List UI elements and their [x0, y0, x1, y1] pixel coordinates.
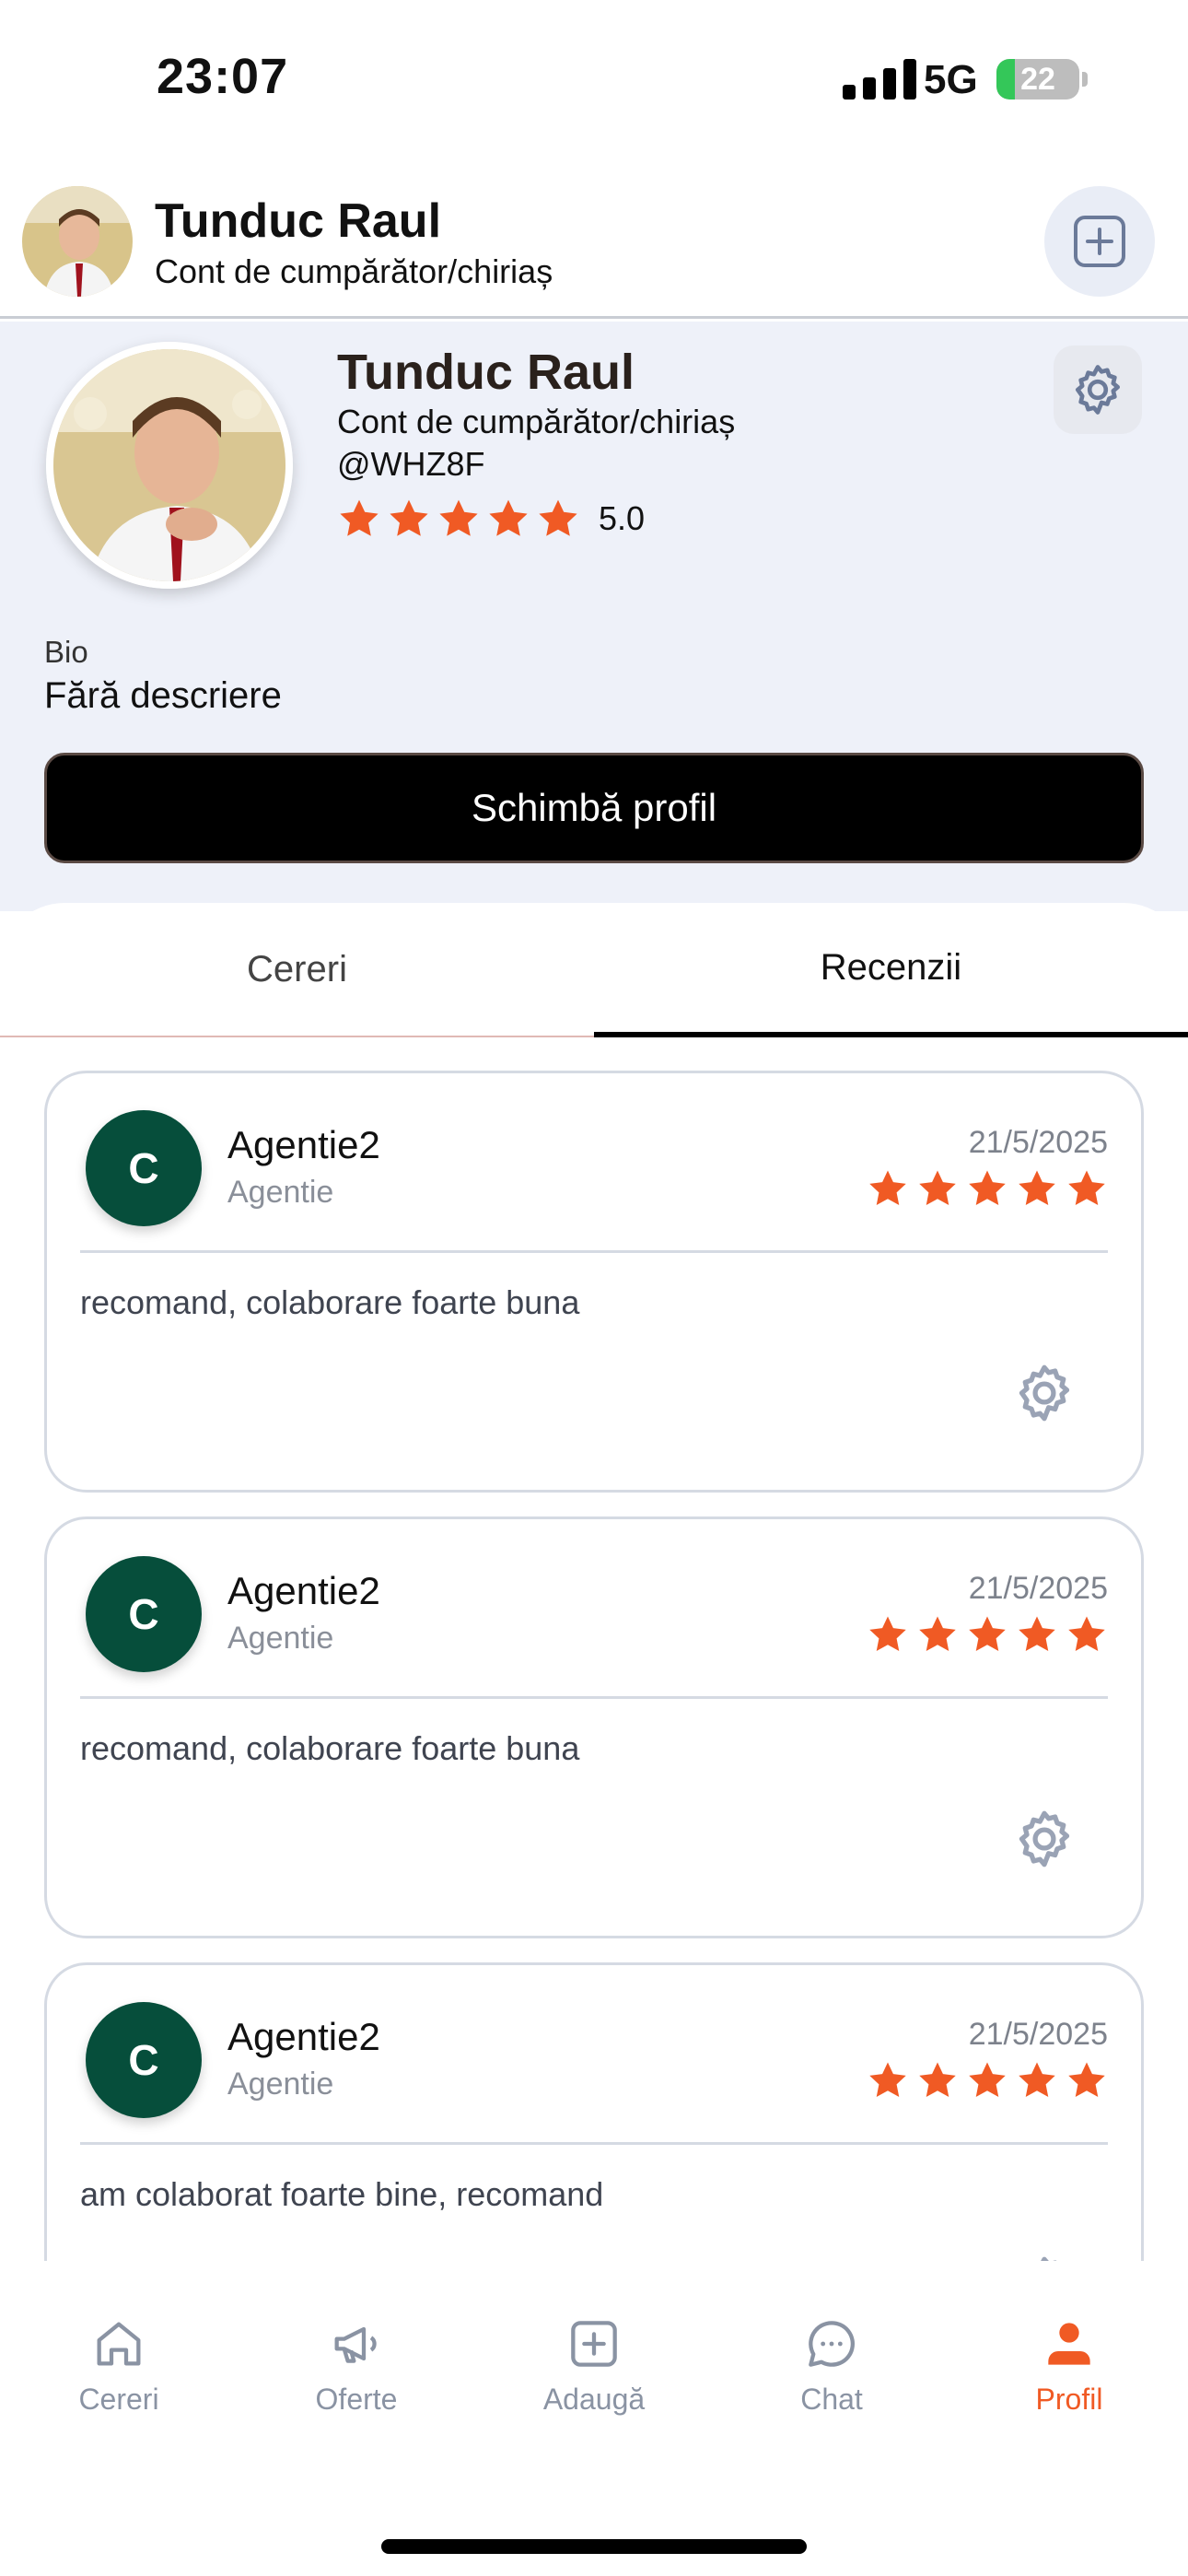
review-card: C Agentie2 Agentie 21/5/2025 am colabora… — [44, 1962, 1144, 2261]
reviewer-name: Agentie2 — [227, 1123, 380, 1166]
profile-rating: 5.0 — [337, 497, 645, 541]
gear-icon[interactable] — [1012, 1361, 1077, 1425]
star-icon — [869, 1616, 906, 1652]
home-indicator[interactable] — [381, 2539, 807, 2554]
bio-text: Fără descriere — [44, 675, 282, 716]
battery-icon: 22 — [996, 59, 1079, 100]
megaphone-icon — [334, 2326, 377, 2363]
star-icon — [439, 499, 478, 536]
bio-label: Bio — [44, 635, 88, 669]
avatar[interactable] — [22, 186, 133, 297]
reviewer-role: Agentie — [227, 2067, 334, 2102]
review-card: C Agentie2 Agentie 21/5/2025 recomand, c… — [44, 1071, 1144, 1493]
review-stars — [867, 2059, 1108, 2102]
star-icon — [489, 499, 528, 536]
review-text: recomand, colaborare foarte buna — [80, 1283, 580, 1321]
star-icon — [340, 499, 379, 536]
gear-icon[interactable] — [1012, 2253, 1077, 2261]
review-card: C Agentie2 Agentie 21/5/2025 recomand, c… — [44, 1516, 1144, 1938]
review-text: am colaborat foarte bine, recomand — [80, 2175, 604, 2213]
nav-profil[interactable]: Profil — [977, 2314, 1161, 2417]
header-account-type: Cont de cumpărător/chiriaș — [155, 252, 553, 290]
battery-nub — [1082, 72, 1088, 87]
star-icon — [969, 1170, 1006, 1206]
nav-oferte[interactable]: Oferte — [264, 2314, 448, 2417]
plus-square-icon — [571, 2321, 617, 2367]
header-user-name: Tunduc Raul — [155, 194, 442, 248]
nav-cereri[interactable]: Cereri — [27, 2314, 211, 2417]
chat-bubble-icon — [809, 2321, 856, 2367]
profile-account-type: Cont de cumpărător/chiriaș — [337, 403, 736, 440]
plus-square-icon — [1074, 216, 1125, 267]
review-stars — [867, 1613, 1108, 1656]
add-button[interactable] — [1044, 186, 1155, 297]
star-icon — [869, 1170, 906, 1206]
star-icon — [919, 2062, 956, 2098]
gear-icon — [1075, 365, 1121, 415]
tab-bar: Cereri Recenzii — [0, 903, 1188, 1037]
review-stars — [867, 1167, 1108, 1210]
profile-handle: @WHZ8F — [337, 445, 485, 483]
change-profile-button[interactable]: Schimbă profil — [44, 753, 1144, 863]
profile-photo-large — [53, 349, 285, 581]
reviewer-name: Agentie2 — [227, 1569, 380, 1612]
profile-name: Tunduc Raul — [337, 345, 635, 400]
gear-icon[interactable] — [1012, 1807, 1077, 1871]
nav-label: Chat — [800, 2383, 863, 2416]
reviewer-name: Agentie2 — [227, 2015, 380, 2058]
nav-label: Oferte — [315, 2383, 398, 2416]
star-icon — [1019, 1170, 1055, 1206]
star-icon — [1068, 1616, 1105, 1652]
divider — [80, 1696, 1108, 1699]
reviewer-avatar: C — [86, 2002, 202, 2118]
star-icon — [969, 1616, 1006, 1652]
bottom-navigation: Cereri Oferte Adaugă Chat Profil — [0, 2261, 1188, 2576]
cellular-signal-icon — [843, 59, 916, 100]
nav-chat[interactable]: Chat — [740, 2314, 924, 2417]
profile-photo — [22, 186, 133, 297]
star-icon — [1068, 2062, 1105, 2098]
person-icon — [1048, 2323, 1090, 2365]
nav-label: Adaugă — [542, 2383, 646, 2416]
review-date: 21/5/2025 — [968, 2017, 1108, 2052]
star-icon — [969, 2062, 1006, 2098]
nav-label: Cereri — [78, 2383, 159, 2416]
star-icon — [919, 1616, 956, 1652]
nav-label: Profil — [1035, 2383, 1103, 2416]
rating-stars — [337, 497, 580, 541]
settings-button[interactable] — [1054, 345, 1142, 434]
review-date: 21/5/2025 — [968, 1125, 1108, 1160]
star-icon — [1068, 1170, 1105, 1206]
review-text: recomand, colaborare foarte buna — [80, 1729, 580, 1767]
tab-cereri[interactable]: Cereri — [0, 903, 594, 1037]
profile-avatar[interactable] — [46, 342, 293, 589]
star-icon — [539, 499, 577, 536]
reviewer-avatar: C — [86, 1556, 202, 1672]
top-header: Tunduc Raul Cont de cumpărător/chiriaș — [0, 166, 1188, 319]
reviews-list[interactable]: C Agentie2 Agentie 21/5/2025 recomand, c… — [0, 1039, 1188, 2261]
star-icon — [1019, 1616, 1055, 1652]
tab-recenzii[interactable]: Recenzii — [594, 903, 1188, 1037]
rating-value: 5.0 — [599, 499, 646, 537]
network-type: 5G — [924, 57, 978, 102]
divider — [80, 1250, 1108, 1253]
profile-section: Tunduc Raul Cont de cumpărător/chiriaș @… — [0, 322, 1188, 911]
star-icon — [919, 1170, 956, 1206]
home-icon — [97, 2322, 141, 2366]
star-icon — [1019, 2062, 1055, 2098]
nav-adauga[interactable]: Adaugă — [502, 2314, 686, 2417]
star-icon — [390, 499, 428, 536]
review-date: 21/5/2025 — [968, 1571, 1108, 1606]
divider — [80, 2142, 1108, 2145]
star-icon — [869, 2062, 906, 2098]
reviewer-role: Agentie — [227, 1621, 334, 1656]
status-bar: 23:07 5G 22 — [0, 0, 1188, 166]
reviewer-role: Agentie — [227, 1175, 334, 1210]
status-time: 23:07 — [157, 49, 289, 104]
battery-percentage: 22 — [1020, 62, 1055, 97]
reviewer-avatar: C — [86, 1110, 202, 1226]
